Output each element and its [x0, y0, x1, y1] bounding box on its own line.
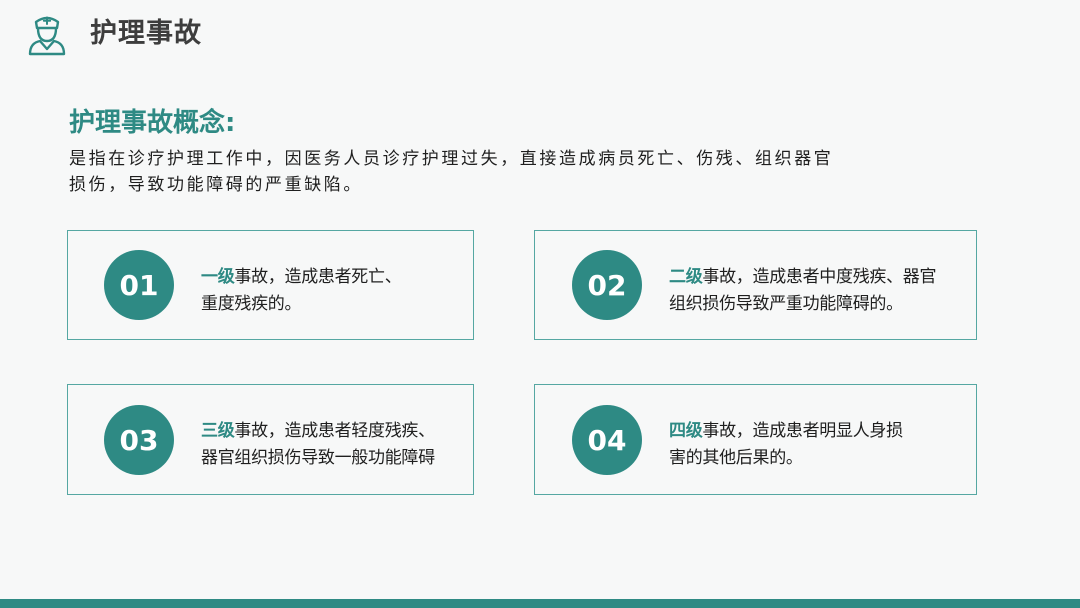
level-text: 事故，造成患者明显人身损 [702, 421, 903, 441]
level-description: 四级事故，造成患者明显人身损 害的其他后果的。 [669, 418, 903, 472]
level-number-badge: 02 [572, 250, 642, 320]
level-description: 二级事故，造成患者中度残疾、器官 组织损伤导致严重功能障碍的。 [669, 264, 937, 318]
level-card-3: 03 三级事故，造成患者轻度残疾、 器官组织损伤导致一般功能障碍 [67, 384, 474, 495]
level-text: 重度残疾的。 [201, 294, 302, 314]
level-card-1: 01 一级事故，造成患者死亡、 重度残疾的。 [67, 230, 474, 340]
level-text: 害的其他后果的。 [669, 448, 803, 468]
level-label: 二级 [669, 267, 703, 287]
level-number-badge: 01 [104, 250, 174, 320]
level-number-badge: 03 [104, 405, 174, 475]
level-label: 四级 [669, 421, 703, 441]
level-description: 三级事故，造成患者轻度残疾、 器官组织损伤导致一般功能障碍 [201, 418, 435, 472]
concept-body: 是指在诊疗护理工作中，因医务人员诊疗护理过失，直接造成病员死亡、伤残、组织器官 … [69, 146, 939, 198]
page-title: 护理事故 [90, 18, 202, 49]
level-label: 三级 [201, 421, 235, 441]
nurse-icon [28, 16, 66, 56]
level-text: 事故，造成患者死亡、 [234, 267, 402, 287]
level-card-2: 02 二级事故，造成患者中度残疾、器官 组织损伤导致严重功能障碍的。 [534, 230, 977, 340]
level-number-badge: 04 [572, 405, 642, 475]
concept-body-line: 是指在诊疗护理工作中，因医务人员诊疗护理过失，直接造成病员死亡、伤残、组织器官 [69, 149, 834, 169]
level-description: 一级事故，造成患者死亡、 重度残疾的。 [201, 264, 402, 318]
level-text: 组织损伤导致严重功能障碍的。 [669, 294, 903, 314]
level-text: 事故，造成患者轻度残疾、 [234, 421, 435, 441]
level-card-4: 04 四级事故，造成患者明显人身损 害的其他后果的。 [534, 384, 977, 495]
concept-heading: 护理事故概念: [69, 108, 236, 138]
level-text: 事故，造成患者中度残疾、器官 [702, 267, 937, 287]
level-text: 器官组织损伤导致一般功能障碍 [201, 448, 435, 468]
footer-bar [0, 599, 1080, 608]
level-label: 一级 [201, 267, 235, 287]
concept-body-line: 损伤，导致功能障碍的严重缺陷。 [69, 175, 363, 195]
